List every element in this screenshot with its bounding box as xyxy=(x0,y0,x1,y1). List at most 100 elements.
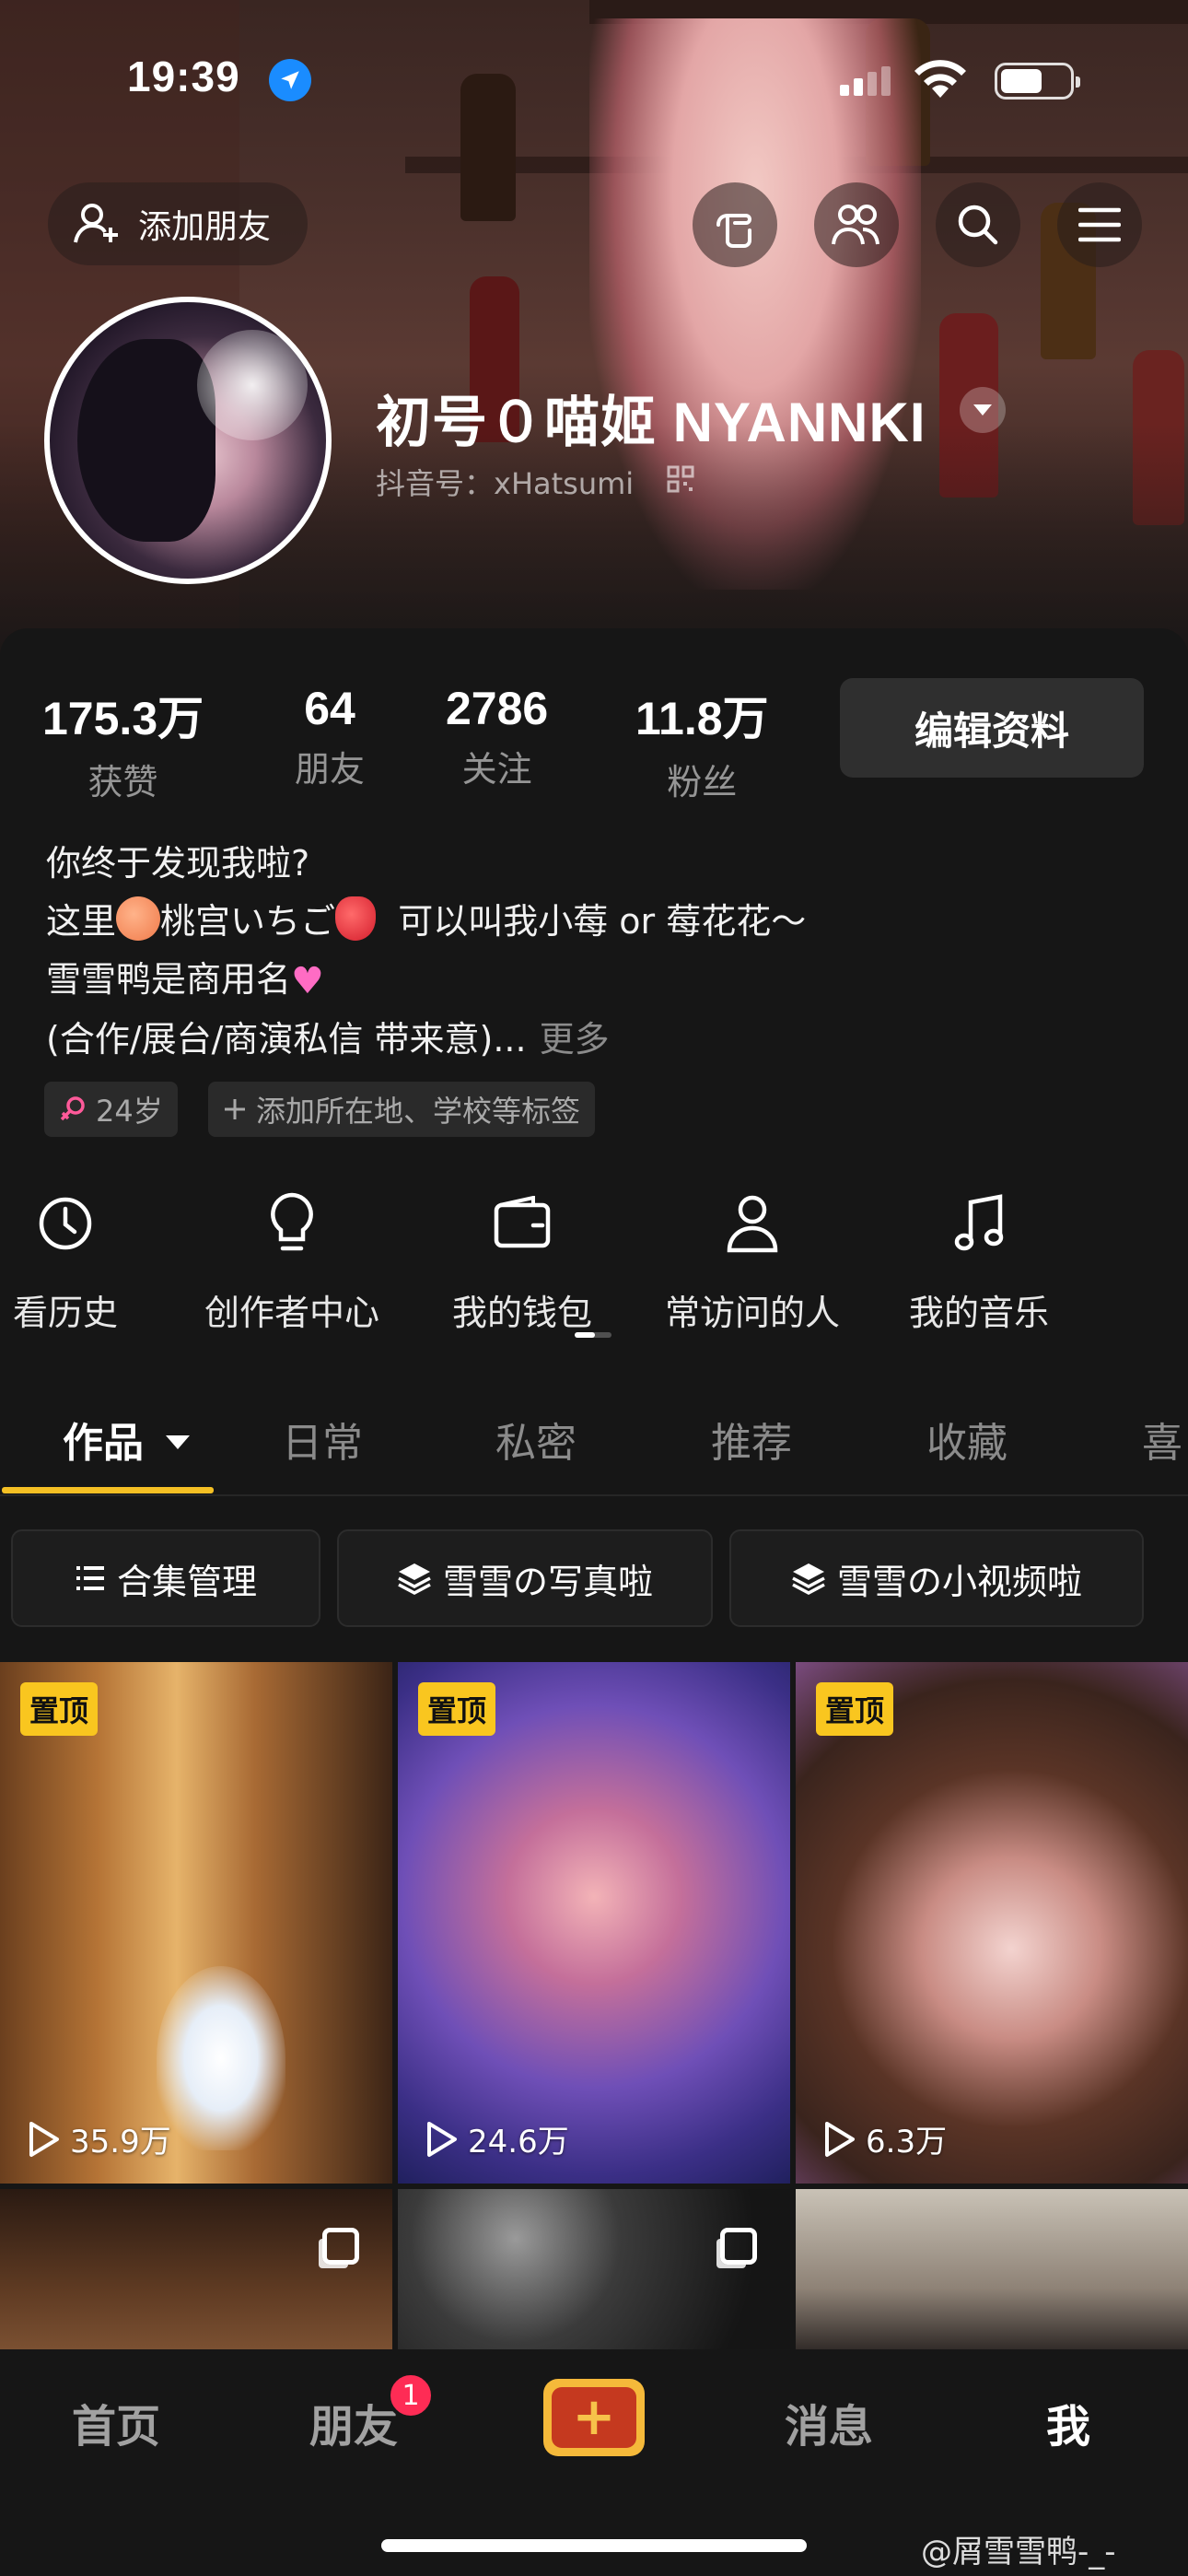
group-icon xyxy=(832,205,879,245)
service-history[interactable]: 看历史 xyxy=(0,1188,162,1335)
bio-line: 这里 桃宫いちご 可以叫我小莓 or 莓花花～ xyxy=(46,893,806,951)
search-icon xyxy=(958,205,998,245)
service-wallet[interactable]: 我的钱包 xyxy=(425,1188,619,1335)
stat-likes[interactable]: 175.3万 获赞 xyxy=(42,682,204,804)
thumbnail-figure xyxy=(157,1966,285,2150)
play-count-label: 24.6万 xyxy=(468,2124,569,2160)
video-thumbnail[interactable]: 置顶 24.6万 xyxy=(398,1662,790,2184)
collection-photos[interactable]: 雪雪の写真啦 xyxy=(337,1529,713,1627)
add-friend-button[interactable]: 添加朋友 xyxy=(48,182,308,265)
tab-favorites[interactable]: 收藏 xyxy=(926,1410,1007,1469)
bio-more-link[interactable]: 更多 xyxy=(540,1019,610,1060)
nav-home[interactable]: 首页 xyxy=(72,2390,160,2454)
video-thumbnail[interactable]: 置顶 6.3万 xyxy=(796,1662,1188,2184)
bio-line: 你终于发现我啦? xyxy=(46,843,310,884)
person-icon xyxy=(727,1195,778,1253)
tab-likes[interactable]: 喜 xyxy=(1142,1410,1182,1469)
tab-recommended[interactable]: 推荐 xyxy=(711,1410,792,1469)
service-label: 我的音乐 xyxy=(908,1293,1049,1333)
service-frequent-visitors[interactable]: 常访问的人 xyxy=(656,1188,849,1335)
video-thumbnail[interactable]: 置顶 35.9万 xyxy=(0,1662,392,2184)
tab-daily[interactable]: 日常 xyxy=(282,1410,363,1469)
service-page-indicator xyxy=(575,1332,611,1338)
age-label: 24岁 xyxy=(96,1094,163,1129)
bulb-icon xyxy=(271,1192,313,1251)
list-icon xyxy=(76,1566,104,1590)
play-count-label: 35.9万 xyxy=(70,2124,171,2160)
menu-button[interactable] xyxy=(1057,182,1142,267)
weibo-watermark: @屑雪雪鸭-_- xyxy=(921,2534,1116,2570)
qr-code-icon[interactable] xyxy=(667,465,694,493)
location-arrow-icon xyxy=(269,59,311,101)
service-label: 创作者中心 xyxy=(204,1293,379,1333)
plus-icon xyxy=(225,1099,245,1119)
pinned-badge: 置顶 xyxy=(418,1682,496,1736)
video-thumbnail[interactable] xyxy=(398,2189,790,2355)
collection-label: 雪雪の小视频啦 xyxy=(836,1561,1082,1602)
wifi-icon xyxy=(914,60,966,98)
stat-label: 朋友 xyxy=(295,749,366,790)
pinned-badge: 置顶 xyxy=(20,1682,99,1736)
hamburger-menu-icon xyxy=(1078,207,1121,242)
tab-label: 作品 xyxy=(63,1420,144,1467)
nav-messages[interactable]: 消息 xyxy=(785,2390,873,2454)
collection-videos[interactable]: 雪雪の小视频啦 xyxy=(729,1529,1144,1627)
video-thumbnail[interactable] xyxy=(0,2189,392,2355)
layers-icon xyxy=(792,1563,825,1595)
search-button[interactable] xyxy=(936,182,1020,267)
notification-badge: 1 xyxy=(387,2371,435,2419)
bio-text: 这里 xyxy=(46,901,117,942)
home-indicator xyxy=(381,2539,807,2552)
service-label: 常访问的人 xyxy=(664,1293,840,1333)
wallet-icon xyxy=(494,1196,551,1248)
collection-label: 雪雪の写真啦 xyxy=(442,1561,653,1602)
stat-followers[interactable]: 11.8万 粉丝 xyxy=(635,682,769,804)
stat-value: 64 xyxy=(304,683,355,734)
visitor-button[interactable] xyxy=(693,182,777,267)
battery-icon xyxy=(995,63,1080,100)
plus-icon: + xyxy=(552,2387,636,2448)
play-outline-icon xyxy=(825,2121,855,2157)
add-tag-button[interactable]: 添加所在地、学校等标签 xyxy=(208,1082,596,1137)
bio-line: (合作/展台/商演私信 带来意)... 更多 xyxy=(46,1011,806,1069)
bio-text: (合作/展台/商演私信 带来意)... xyxy=(46,1019,527,1060)
heart-emoji-icon: ♥ xyxy=(291,960,324,1002)
douyin-id: 抖音号：xHatsumi xyxy=(376,466,635,501)
bio: 你终于发现我啦? 这里 桃宫いちご 可以叫我小莓 or 莓花花～ 雪雪鸭是商用名♥… xyxy=(46,835,806,1069)
service-creator-center[interactable]: 创作者中心 xyxy=(195,1188,389,1335)
tab-works[interactable]: 作品 xyxy=(63,1410,191,1469)
nav-friends[interactable]: 朋友 xyxy=(309,2390,398,2454)
create-button[interactable]: + xyxy=(543,2379,645,2456)
account-switch-button[interactable] xyxy=(960,387,1006,433)
collection-label: 合集管理 xyxy=(116,1561,257,1602)
stat-value: 175.3万 xyxy=(42,693,204,744)
play-count-label: 6.3万 xyxy=(866,2124,948,2160)
tab-private[interactable]: 私密 xyxy=(495,1410,577,1469)
avatar[interactable] xyxy=(44,297,332,584)
stat-label: 获赞 xyxy=(87,762,158,802)
layers-icon xyxy=(398,1563,431,1595)
friends-group-button[interactable] xyxy=(814,182,899,267)
add-friend-label: 添加朋友 xyxy=(138,208,272,246)
collection-manage-button[interactable]: 合集管理 xyxy=(11,1529,320,1627)
edit-profile-button[interactable]: 编辑资料 xyxy=(840,678,1144,778)
cellular-signal-icon xyxy=(840,66,891,96)
play-count: 24.6万 xyxy=(425,2116,569,2161)
service-my-music[interactable]: 我的音乐 xyxy=(882,1188,1076,1335)
bio-text: 桃宫いちご xyxy=(160,901,336,942)
stat-friends[interactable]: 64 朋友 xyxy=(295,682,365,791)
chevron-down-icon xyxy=(973,404,992,416)
play-count: 35.9万 xyxy=(28,2116,171,2161)
play-outline-icon xyxy=(29,2121,59,2157)
nav-me[interactable]: 我 xyxy=(1046,2390,1090,2454)
video-thumbnail[interactable] xyxy=(796,2189,1188,2355)
stat-following[interactable]: 2786 关注 xyxy=(446,682,548,791)
pointing-hand-icon xyxy=(716,214,751,248)
peach-emoji-icon xyxy=(116,896,161,941)
add-tag-label: 添加所在地、学校等标签 xyxy=(256,1094,581,1129)
service-label: 看历史 xyxy=(12,1293,118,1333)
active-tab-indicator xyxy=(2,1487,214,1493)
music-note-icon xyxy=(954,1194,1004,1251)
play-outline-icon xyxy=(427,2121,457,2157)
pinned-badge: 置顶 xyxy=(816,1682,894,1736)
